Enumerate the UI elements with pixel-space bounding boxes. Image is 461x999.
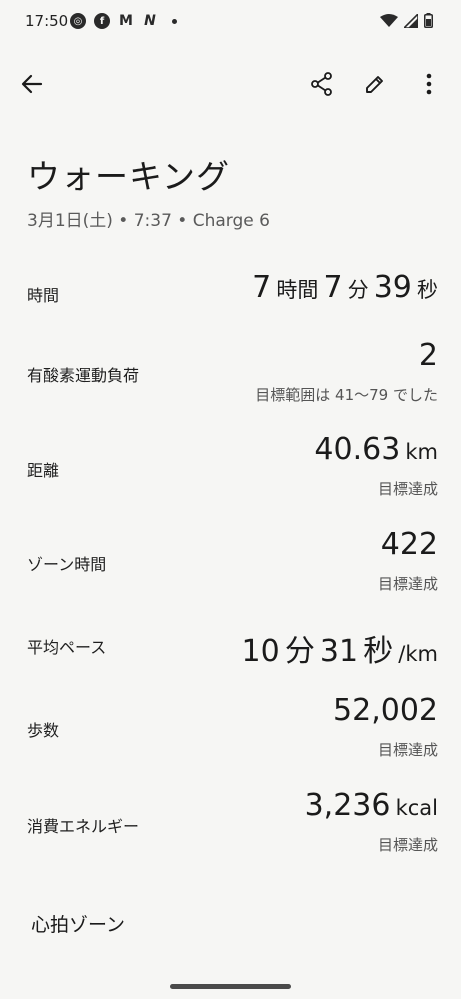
stat-label: ゾーン時間 [27, 555, 107, 574]
app-bar [0, 56, 461, 112]
duration-hours: 7 [252, 270, 272, 305]
duration-seconds: 39 [373, 270, 412, 305]
pace-seconds: 31 [319, 634, 359, 669]
cell-signal-icon [404, 13, 418, 28]
status-bar: 17:50 ◎ f M N [0, 0, 461, 44]
distance-number: 40.63 [314, 432, 401, 467]
steps-value: 52,002 [333, 693, 438, 728]
activity-icon: ◎ [70, 13, 86, 29]
cardio-load-value: 2 [418, 338, 438, 373]
pace-seconds-unit: 秒 [363, 634, 394, 669]
steps-note: 目標達成 [377, 741, 438, 759]
duration-minutes-unit: 分 [347, 278, 369, 302]
share-button[interactable] [302, 64, 342, 104]
notification-dot [172, 18, 177, 24]
zone-minutes-note: 目標達成 [377, 575, 438, 593]
stat-label: 消費エネルギー [27, 817, 140, 836]
heart-zones-heading: 心拍ゾーン [31, 914, 126, 936]
stat-label: 距離 [27, 461, 60, 480]
share-icon [311, 72, 332, 96]
calories-note: 目標達成 [377, 836, 438, 854]
avg-pace-value: 10 分 31 秒 /km [242, 626, 438, 670]
pace-minutes: 10 [241, 634, 280, 669]
page-title: ウォーキング [27, 157, 231, 196]
zone-minutes-value: 422 [380, 527, 438, 562]
home-indicator[interactable] [170, 984, 291, 989]
notification-icons: ◎ f M N [70, 13, 177, 29]
facebook-icon: f [94, 13, 110, 29]
distance-unit: km [405, 440, 438, 464]
calories-unit: kcal [395, 796, 438, 820]
n-app-icon: N [144, 13, 156, 29]
more-vert-icon [426, 73, 432, 95]
wifi-icon [380, 13, 398, 27]
battery-icon [424, 13, 433, 28]
distance-note: 目標達成 [377, 480, 438, 498]
pace-minutes-unit: 分 [284, 634, 315, 669]
gmail-icon: M [119, 13, 133, 29]
activity-subtitle: 3月1日(土) • 7:37 • Charge 6 [27, 211, 270, 231]
calories-number: 3,236 [304, 788, 391, 823]
stat-label: 有酸素運動負荷 [27, 366, 140, 385]
system-icons [380, 13, 433, 28]
edit-icon [366, 76, 383, 93]
duration-value: 7 時間 7 分 39 秒 [252, 270, 438, 305]
duration-hours-unit: 時間 [276, 278, 319, 302]
pace-per-unit: /km [398, 642, 438, 666]
distance-value: 40.63 km [314, 432, 438, 467]
cardio-load-note: 目標範囲は 41〜79 でした [255, 386, 438, 404]
calories-value: 3,236 kcal [305, 788, 438, 823]
stat-label: 歩数 [27, 721, 60, 740]
duration-seconds-unit: 秒 [417, 278, 438, 302]
duration-minutes: 7 [323, 270, 343, 305]
status-time: 17:50 [25, 12, 69, 30]
more-button[interactable] [409, 64, 449, 104]
stat-label: 時間 [27, 286, 60, 305]
arrow-left-icon [21, 74, 43, 94]
back-button[interactable] [12, 64, 52, 104]
edit-button[interactable] [355, 64, 395, 104]
stat-label: 平均ペース [27, 638, 107, 657]
